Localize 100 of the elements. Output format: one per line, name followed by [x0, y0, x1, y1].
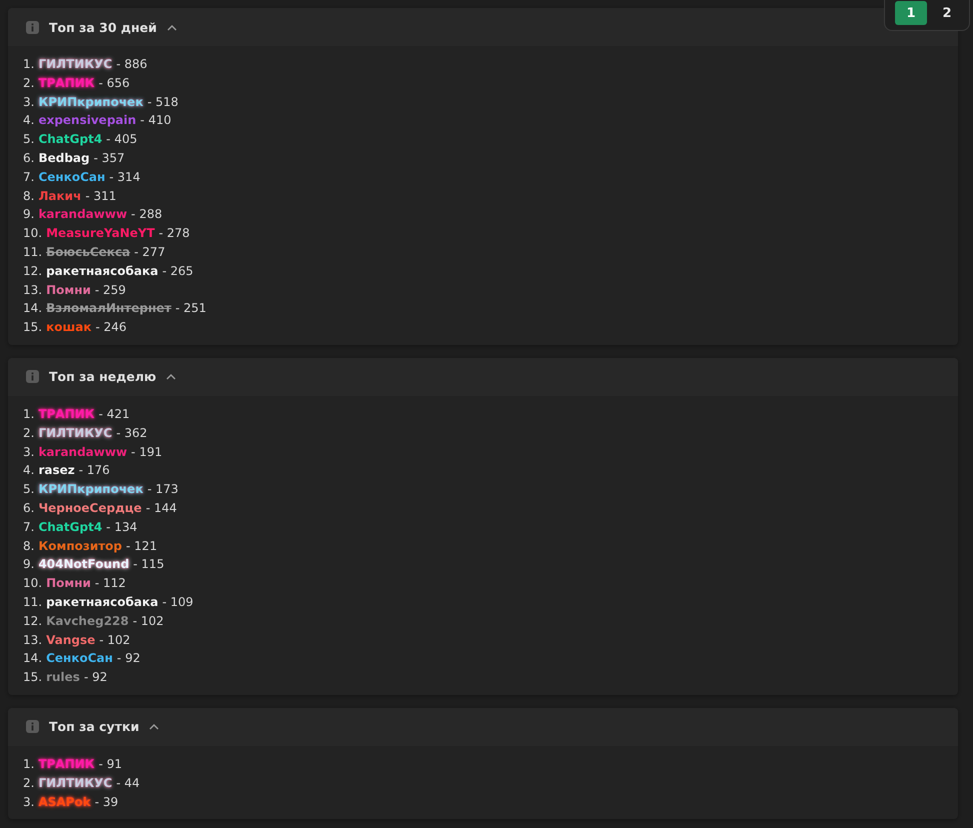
- user-name[interactable]: expensivepain: [38, 111, 136, 130]
- user-name[interactable]: karandawww: [38, 442, 128, 462]
- user-name[interactable]: КРИПкрипочек: [38, 480, 144, 499]
- rank-number: 2.: [23, 74, 34, 92]
- user-name[interactable]: rules: [46, 668, 80, 687]
- user-name[interactable]: ТРАПИК: [38, 404, 95, 424]
- score-value: - 102: [132, 612, 164, 630]
- user-name[interactable]: ChatGpt4: [38, 518, 102, 537]
- caret-icon[interactable]: [149, 723, 160, 730]
- user-name[interactable]: Помни: [46, 280, 91, 300]
- user-name[interactable]: Лакич: [38, 186, 82, 206]
- score-value: - 277: [134, 244, 166, 261]
- user-name[interactable]: Kavcheg228: [46, 612, 129, 631]
- score-value: - 109: [162, 594, 194, 611]
- rank-number: 5.: [23, 481, 34, 498]
- user-name[interactable]: karandawww: [38, 205, 128, 224]
- score-value: - 92: [84, 669, 108, 686]
- user-name[interactable]: ChatGpt4: [38, 130, 102, 149]
- rank-number: 2.: [23, 424, 34, 442]
- rank-number: 7.: [23, 518, 34, 536]
- user-name[interactable]: ракетнаясобака: [46, 262, 158, 281]
- user-name[interactable]: Помни: [46, 574, 91, 593]
- score-value: - 251: [175, 300, 206, 318]
- score-value: - 656: [98, 74, 130, 92]
- rank-number: 3.: [23, 94, 34, 111]
- rank-number: 14.: [23, 650, 42, 668]
- score-value: - 92: [116, 650, 140, 668]
- info-icon: [26, 720, 39, 734]
- user-name[interactable]: ТРАПИК: [38, 754, 95, 774]
- info-icon: [26, 370, 39, 384]
- user-name[interactable]: СенкоСан: [38, 168, 106, 187]
- score-value: - 357: [94, 150, 125, 167]
- caret-icon[interactable]: [166, 24, 177, 30]
- score-value: - 191: [131, 444, 162, 461]
- user-name[interactable]: Vangse: [46, 630, 96, 650]
- score-value: - 278: [158, 225, 190, 242]
- user-name[interactable]: 404NotFound: [38, 555, 130, 574]
- user-name[interactable]: СенкоСан: [46, 649, 113, 668]
- score-value: - 44: [116, 774, 140, 792]
- user-name[interactable]: ЧерноеСердце: [38, 498, 142, 518]
- score-value: - 265: [162, 262, 194, 280]
- card-header[interactable]: Топ за неделю: [8, 358, 958, 396]
- card-header[interactable]: Топ за сутки: [8, 708, 958, 746]
- rank-number: 10.: [23, 575, 42, 592]
- rank-number: 8.: [23, 188, 34, 205]
- rank-number: 10.: [23, 225, 42, 242]
- rank-number: 3.: [23, 794, 34, 810]
- score-value: - 259: [94, 282, 126, 299]
- rank-number: 12.: [23, 612, 42, 630]
- score-value: - 39: [94, 794, 118, 810]
- user-name[interactable]: КРИПкрипочек: [38, 92, 144, 112]
- rank-number: 12.: [23, 262, 42, 280]
- user-name[interactable]: rasez: [38, 461, 75, 480]
- score-value: - 115: [133, 556, 164, 574]
- user-name[interactable]: MeasureYaNeYT: [46, 224, 155, 243]
- score-value: - 144: [146, 500, 177, 517]
- rank-number: 1.: [23, 406, 34, 423]
- user-name[interactable]: ВзломалИнтернет: [46, 299, 172, 318]
- rank-number: 11.: [23, 594, 42, 611]
- rank-number: 7.: [23, 168, 34, 186]
- score-value: - 410: [140, 112, 172, 130]
- rank-number: 13.: [23, 282, 42, 299]
- rank-number: 5.: [23, 131, 34, 148]
- score-value: - 102: [99, 632, 130, 649]
- rank-number: 13.: [23, 632, 42, 649]
- user-name[interactable]: ГИЛТИКУС: [38, 55, 112, 74]
- rank-number: 2.: [23, 774, 34, 792]
- user-name[interactable]: ГИЛТИКУС: [38, 774, 112, 792]
- score-value: - 176: [78, 462, 110, 480]
- score-value: - 112: [94, 575, 126, 592]
- rank-number: 3.: [23, 444, 34, 461]
- user-name[interactable]: ракетнаясобака: [46, 592, 158, 612]
- user-name[interactable]: кошак: [46, 318, 92, 337]
- rank-number: 8.: [23, 538, 34, 555]
- rank-number: 1.: [23, 56, 34, 73]
- user-name[interactable]: ASAPok: [38, 792, 91, 812]
- section-title: Топ за сутки: [49, 719, 140, 734]
- caret-icon[interactable]: [166, 373, 176, 380]
- score-value: - 518: [147, 94, 178, 111]
- user-name[interactable]: ГИЛТИКУС: [38, 424, 112, 443]
- score-value: - 421: [98, 406, 130, 423]
- rank-number: 6.: [23, 500, 34, 517]
- rank-number: 15.: [23, 669, 42, 686]
- rank-number: 15.: [23, 319, 42, 336]
- user-name[interactable]: Bedbag: [38, 148, 90, 168]
- score-value: - 246: [95, 319, 127, 336]
- user-name[interactable]: ТРАПИК: [38, 74, 95, 93]
- user-name[interactable]: БоюсьСекса: [46, 242, 130, 262]
- page-button[interactable]: 1: [895, 1, 927, 25]
- rank-number: 14.: [23, 300, 42, 318]
- rank-number: 4.: [23, 112, 34, 130]
- info-icon: [26, 20, 39, 34]
- score-value: - 886: [116, 56, 148, 73]
- rank-number: 1.: [23, 756, 34, 773]
- score-value: - 134: [106, 518, 138, 536]
- user-name[interactable]: Композитор: [38, 536, 122, 556]
- rank-number: 9.: [23, 206, 34, 224]
- rank-number: 4.: [23, 462, 34, 480]
- score-value: - 405: [106, 131, 138, 148]
- section-title: Топ за 30 дней: [49, 20, 157, 34]
